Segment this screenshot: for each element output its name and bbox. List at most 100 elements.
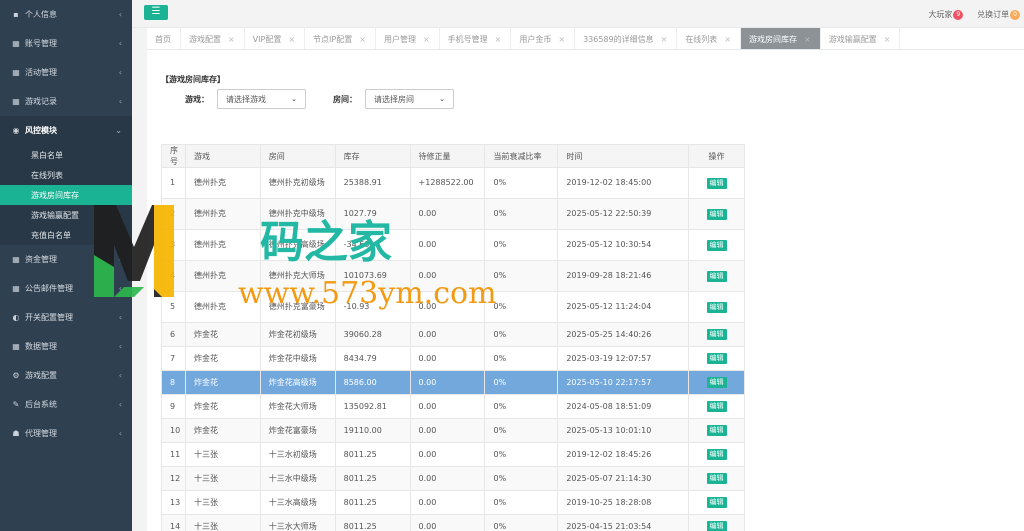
cell-time: 2019-09-28 18:21:46 bbox=[557, 260, 690, 292]
table-row[interactable]: 1 德州扑克 德州扑克初级场 25388.91 +1288522.00 0% 2019-12… bbox=[161, 167, 745, 199]
sidebar-item[interactable]: ▦ 公告邮件管理 ‹ bbox=[0, 274, 132, 303]
sidebar-item[interactable]: ⚙ 游戏配置 ‹ bbox=[0, 361, 132, 390]
tab-label: 在线列表 bbox=[685, 34, 718, 44]
table-row[interactable]: 7 炸金花 炸金花中级场 8434.79 0.00 0% 2025-03-19 12:07:… bbox=[161, 346, 745, 371]
close-icon[interactable]: × bbox=[661, 35, 668, 44]
sidebar-item[interactable]: ☗ 代理管理 ‹ bbox=[0, 419, 132, 448]
tab-label: 首页 bbox=[155, 34, 171, 44]
tab-item[interactable]: 游戏房间库存 × bbox=[741, 28, 821, 49]
tab-item[interactable]: 在线列表 × bbox=[677, 28, 742, 49]
sidebar-item[interactable]: ▦ 活动管理 ‹ bbox=[0, 58, 132, 87]
sidebar-subitem[interactable]: 充值白名单 bbox=[0, 225, 132, 245]
edit-button[interactable]: 编辑 bbox=[706, 239, 727, 251]
room-stock-table: 序号 游戏 房间 库存 待修正量 当前衰减比率 时间 操作 1 德州扑克 德州扑克初级场 25388… bbox=[161, 144, 745, 531]
sidebar-item[interactable]: ▪ 个人信息 ‹ bbox=[0, 0, 132, 29]
edit-button[interactable]: 编辑 bbox=[706, 401, 727, 412]
table-row[interactable]: 8 炸金花 炸金花高级场 8586.00 0.00 0% 2025-05-10 22:17:… bbox=[161, 370, 745, 395]
sidebar-item[interactable]: ▦ 账号管理 ‹ bbox=[0, 29, 132, 58]
table-row[interactable]: 12 十三张 十三水中级场 8011.25 0.00 0% 2025-05-07 21:14… bbox=[161, 466, 745, 491]
column-header: 房间 bbox=[259, 144, 336, 168]
close-icon[interactable]: × bbox=[804, 35, 811, 44]
edit-button[interactable]: 编辑 bbox=[706, 521, 727, 531]
close-icon[interactable]: × bbox=[228, 35, 235, 44]
edit-button[interactable]: 编辑 bbox=[706, 270, 727, 282]
sidebar-subitem[interactable]: 游戏房间库存 bbox=[0, 185, 132, 205]
chevron-left-icon: ‹ bbox=[118, 255, 122, 264]
table-row[interactable]: 6 炸金花 炸金花初级场 39060.28 0.00 0% 2025-05-25 14:40… bbox=[161, 322, 745, 347]
close-icon[interactable]: × bbox=[359, 35, 366, 44]
tab-item[interactable]: 游戏输赢配置 × bbox=[821, 28, 901, 49]
close-icon[interactable]: × bbox=[884, 35, 891, 44]
game-select-value: 请选择游戏 bbox=[226, 94, 266, 104]
table-row[interactable]: 4 德州扑克 德州扑克大师场 101073.69 0.00 0% 2019-09-28 18… bbox=[161, 260, 745, 292]
tab-item[interactable]: 节点IP配置 × bbox=[305, 28, 376, 49]
top-link-orders[interactable]: 兑换订单 0 bbox=[977, 9, 1020, 20]
sidebar-subitem[interactable]: 黑白名单 bbox=[0, 145, 132, 165]
sidebar-item[interactable]: ▦ 游戏记录 ‹ bbox=[0, 87, 132, 116]
edit-button[interactable]: 编辑 bbox=[706, 208, 727, 220]
close-icon[interactable]: × bbox=[558, 35, 565, 44]
cell-game: 德州扑克 bbox=[184, 229, 261, 261]
cell-time: 2025-05-12 22:50:39 bbox=[557, 198, 690, 230]
sidebar-item[interactable]: ▦ 资金管理 ‹ bbox=[0, 245, 132, 274]
table-row[interactable]: 10 炸金花 炸金花富豪场 19110.00 0.00 0% 2025-05-13 10:0… bbox=[161, 418, 745, 443]
edit-button[interactable]: 编辑 bbox=[706, 425, 727, 436]
edit-button[interactable]: 编辑 bbox=[706, 353, 727, 364]
sidebar-item[interactable]: ✎ 后台系统 ‹ bbox=[0, 390, 132, 419]
cell-stock: 19110.00 bbox=[334, 418, 411, 443]
top-link-players[interactable]: 大玩家 9 bbox=[928, 9, 964, 20]
close-icon[interactable]: × bbox=[724, 35, 731, 44]
close-icon[interactable]: × bbox=[495, 35, 502, 44]
table-row[interactable]: 9 炸金花 炸金花大师场 135092.81 0.00 0% 2024-05-08 18:5… bbox=[161, 394, 745, 419]
table-row[interactable]: 13 十三张 十三水高级场 8011.25 0.00 0% 2019-10-25 18:28… bbox=[161, 490, 745, 515]
page-title: 【游戏房间库存】 bbox=[161, 75, 225, 84]
cell-actions: 编辑 bbox=[688, 370, 745, 395]
edit-button[interactable]: 编辑 bbox=[706, 377, 727, 388]
tab-item[interactable]: 手机号管理 × bbox=[440, 28, 512, 49]
table-row[interactable]: 3 德州扑克 德州扑克高级场 -34.60 0.00 0% 2025-05-12 10:30… bbox=[161, 229, 745, 261]
sidebar-item-label: 后台系统 bbox=[25, 400, 57, 409]
cell-ratio: 0% bbox=[484, 394, 559, 419]
cell-actions: 编辑 bbox=[688, 442, 745, 467]
cell-room: 德州扑克大师场 bbox=[259, 260, 336, 292]
menu-toggle-icon[interactable]: ☰ bbox=[144, 5, 168, 20]
grid-icon: ▦ bbox=[12, 39, 20, 48]
room-filter: 房间： 请选择房间 ⌄ bbox=[333, 89, 454, 109]
table-row[interactable]: 2 德州扑克 德州扑克中级场 1027.79 0.00 0% 2025-05-12 22:5… bbox=[161, 198, 745, 230]
close-icon[interactable]: × bbox=[288, 35, 295, 44]
edit-button[interactable]: 编辑 bbox=[706, 329, 727, 340]
tab-item[interactable]: 用户管理 × bbox=[376, 28, 440, 49]
cell-time: 2025-05-07 21:14:30 bbox=[557, 466, 690, 491]
cell-room: 十三水高级场 bbox=[259, 490, 336, 515]
cell-actions: 编辑 bbox=[688, 198, 745, 230]
cell-ratio: 0% bbox=[484, 167, 559, 199]
sidebar-item[interactable]: ◐ 开关配置管理 ‹ bbox=[0, 303, 132, 332]
table-row[interactable]: 11 十三张 十三水初级场 8011.25 0.00 0% 2019-12-02 18:45… bbox=[161, 442, 745, 467]
game-select[interactable]: 请选择游戏 ⌄ bbox=[217, 89, 306, 109]
tab-item[interactable]: 游戏配置 × bbox=[181, 28, 245, 49]
edit-button[interactable]: 编辑 bbox=[706, 473, 727, 484]
tab-item[interactable]: 首页 bbox=[147, 28, 181, 49]
tab-item[interactable]: VIP配置 × bbox=[245, 28, 306, 49]
sidebar-item-label: 公告邮件管理 bbox=[25, 284, 73, 293]
edit-button[interactable]: 编辑 bbox=[706, 449, 727, 460]
table-row[interactable]: 5 德州扑克 德州扑克富豪场 -10.93 0.00 0% 2025-05-12 11:24… bbox=[161, 291, 745, 323]
cell-id: 9 bbox=[161, 394, 186, 419]
grid-icon: ▦ bbox=[12, 342, 20, 351]
table-row[interactable]: 14 十三张 十三水大师场 8011.25 0.00 0% 2025-04-15 21:03… bbox=[161, 514, 745, 531]
room-select[interactable]: 请选择房间 ⌄ bbox=[365, 89, 454, 109]
tab-item[interactable]: 336589的详细信息 × bbox=[575, 28, 678, 49]
edit-button[interactable]: 编辑 bbox=[706, 301, 727, 313]
cell-actions: 编辑 bbox=[688, 514, 745, 531]
cell-id: 2 bbox=[161, 198, 186, 230]
sidebar-item[interactable]: ◉ 风控模块 ⌄ bbox=[0, 116, 132, 145]
cell-fix: 0.00 bbox=[409, 442, 486, 467]
sidebar-item[interactable]: ▦ 数据管理 ‹ bbox=[0, 332, 132, 361]
close-icon[interactable]: × bbox=[423, 35, 430, 44]
column-header: 游戏 bbox=[184, 144, 261, 168]
tab-item[interactable]: 用户金币 × bbox=[511, 28, 576, 49]
sidebar-subitem[interactable]: 在线列表 bbox=[0, 165, 132, 185]
sidebar-subitem[interactable]: 游戏输赢配置 bbox=[0, 205, 132, 225]
edit-button[interactable]: 编辑 bbox=[706, 177, 727, 189]
edit-button[interactable]: 编辑 bbox=[706, 497, 727, 508]
